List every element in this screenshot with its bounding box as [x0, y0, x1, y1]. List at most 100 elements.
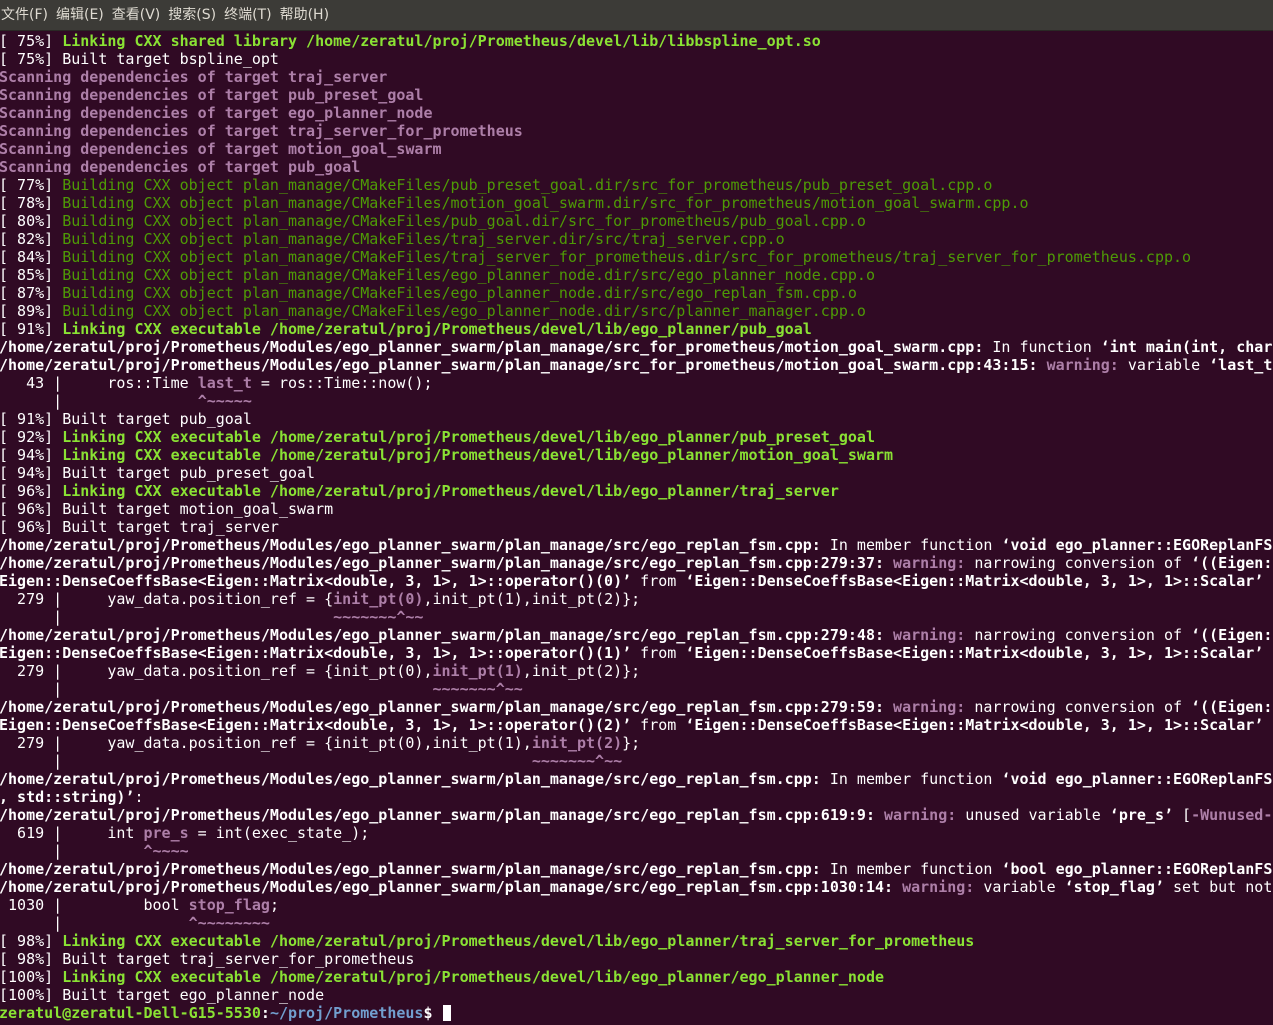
terminal-line: /home/zeratul/proj/Prometheus/Modules/eg… — [0, 356, 1273, 374]
terminal-line: | ~~~~~~~^~~ — [0, 608, 423, 626]
terminal-text: variable — [974, 878, 1065, 896]
terminal-line: | ~~~~~~~^~~ — [0, 752, 622, 770]
terminal-text: | — [0, 914, 189, 932]
terminal-text: Linking CXX executable /home/zeratul/pro… — [62, 482, 839, 500]
terminal-line: /home/zeratul/proj/Prometheus/Modules/eg… — [0, 626, 1273, 644]
terminal-text: [ 78%] — [0, 194, 63, 212]
terminal-text: In function — [983, 338, 1101, 356]
terminal-text: ^~~~~~~~~ — [188, 914, 270, 932]
terminal-line: 279 | yaw_data.position_ref = {init_pt(0… — [0, 662, 640, 680]
menu-edit[interactable]: 编辑(E) — [55, 0, 110, 31]
terminal-text: 1030 | bool — [0, 896, 189, 914]
menu-help[interactable]: 帮助(H) — [279, 0, 335, 31]
menu-view[interactable]: 查看(V) — [111, 0, 167, 31]
terminal-line: | ~~~~~~~^~~ — [0, 680, 523, 698]
prompt-line: zeratul@zeratul-Dell-G15-5530:~/proj/Pro… — [0, 1004, 451, 1022]
terminal-text: Scanning dependencies of target pub_goal — [0, 158, 361, 176]
terminal-line: 43 | ros::Time last_t = ros::Time::now()… — [0, 374, 432, 392]
terminal-text: [ 77%] — [0, 176, 63, 194]
terminal-text: [ 87%] — [0, 284, 63, 302]
terminal-line: [ 77%] Building CXX object plan_manage/C… — [0, 176, 992, 194]
terminal-text: last_t — [197, 374, 252, 392]
terminal-text: ‘int main(int, char**)’ — [1100, 338, 1273, 356]
terminal-text: ‘Eigen::DenseCoeffsBase<Eigen::Matrix<do… — [685, 644, 1264, 662]
terminal-text: init_pt(1) — [432, 662, 523, 680]
terminal-text: Building CXX object plan_manage/CMakeFil… — [62, 176, 993, 194]
terminal-text: , std::string)’ — [0, 788, 135, 806]
terminal-text: Linking CXX executable /home/zeratul/pro… — [62, 320, 812, 338]
terminal-text: Building CXX object plan_manage/CMakeFil… — [62, 248, 1192, 266]
terminal-line: [ 80%] Building CXX object plan_manage/C… — [0, 212, 866, 230]
terminal-text: unused variable — [956, 806, 1110, 824]
terminal-text: ‘((Eigen:: — [1191, 698, 1273, 716]
terminal-text: Eigen::DenseCoeffsBase<Eigen::Matrix<dou… — [0, 572, 632, 590]
terminal-text: ‘Eigen::DenseCoeffsBase<Eigen::Matrix<do… — [685, 716, 1264, 734]
terminal-text: ‘void ego_planner::EGOReplanFSM — [1001, 770, 1273, 788]
terminal-text: narrowing conversion of — [965, 626, 1192, 644]
terminal-line: Scanning dependencies of target motion_g… — [0, 140, 442, 158]
terminal-text: | — [0, 842, 144, 860]
terminal-text: ~~~~~~~^~~ — [432, 680, 523, 698]
terminal-text: Building CXX object plan_manage/CMakeFil… — [62, 212, 866, 230]
terminal-line: /home/zeratul/proj/Prometheus/Modules/eg… — [0, 536, 1273, 554]
terminal-line: Scanning dependencies of target pub_pres… — [0, 86, 423, 104]
terminal-line: [ 89%] Building CXX object plan_manage/C… — [0, 302, 866, 320]
terminal-text: ‘stop_flag’ — [1064, 878, 1164, 896]
terminal-text: narrowing conversion of — [965, 554, 1192, 572]
cursor-block — [442, 1005, 451, 1021]
terminal-line: [ 94%] Built target pub_preset_goal — [0, 464, 315, 482]
terminal-line: /home/zeratul/proj/Prometheus/Modules/eg… — [0, 698, 1273, 716]
terminal-text: Building CXX object plan_manage/CMakeFil… — [62, 284, 857, 302]
terminal-text: ; — [269, 896, 279, 914]
terminal-line: /home/zeratul/proj/Prometheus/Modules/eg… — [0, 554, 1273, 572]
terminal-text: /home/zeratul/proj/Prometheus/Modules/eg… — [0, 338, 984, 356]
terminal-text: ‘void ego_planner::EGOReplanFSM — [1001, 536, 1273, 554]
terminal-text: = int(exec_state_); — [188, 824, 370, 842]
terminal-text: /home/zeratul/proj/Prometheus/Modules/eg… — [0, 536, 821, 554]
terminal-text: [ 98%] Built target traj_server_for_prom… — [0, 950, 415, 968]
terminal-text: : — [260, 1004, 270, 1022]
terminal-text: Scanning dependencies of target pub_pres… — [0, 86, 424, 104]
terminal-line: [ 91%] Built target pub_goal — [0, 410, 252, 428]
terminal-text: init_pt(0) — [333, 590, 424, 608]
menu-bar: 文件(F) 编辑(E) 查看(V) 搜索(S) 终端(T) 帮助(H) — [0, 0, 1273, 31]
terminal-text: [100%] Built target ego_planner_node — [0, 986, 325, 1004]
terminal-text: /home/zeratul/proj/Prometheus/Modules/eg… — [0, 878, 894, 896]
terminal-text: /home/zeratul/proj/Prometheus/Modules/eg… — [0, 626, 885, 644]
terminal-text: Building CXX object plan_manage/CMakeFil… — [62, 266, 875, 284]
terminal-text: Eigen::DenseCoeffsBase<Eigen::Matrix<dou… — [0, 644, 632, 662]
terminal-line: [ 85%] Building CXX object plan_manage/C… — [0, 266, 875, 284]
terminal-text: /home/zeratul/proj/Prometheus/Modules/eg… — [0, 770, 821, 788]
terminal-line: Eigen::DenseCoeffsBase<Eigen::Matrix<dou… — [0, 716, 1263, 734]
menu-file[interactable]: 文件(F) — [0, 0, 54, 31]
terminal-text: 279 | yaw_data.position_ref = {init_pt(0… — [0, 734, 532, 752]
terminal-line: [ 91%] Linking CXX executable /home/zera… — [0, 320, 812, 338]
terminal-text: 619 | int — [0, 824, 144, 842]
terminal-text: variable — [1118, 356, 1210, 374]
terminal-text: [ 91%] — [0, 320, 63, 338]
terminal-text: [ 85%] — [0, 266, 63, 284]
terminal-text: : — [134, 788, 144, 806]
terminal-text: /home/zeratul/proj/Prometheus/Modules/eg… — [0, 860, 821, 878]
terminal-text: [ 75%] Built target bspline_opt — [0, 50, 279, 68]
terminal-line: Eigen::DenseCoeffsBase<Eigen::Matrix<dou… — [0, 644, 1263, 662]
terminal-text: Scanning dependencies of target motion_g… — [0, 140, 442, 158]
terminal-text: [ 92%] — [0, 428, 63, 446]
terminal-text: | — [0, 608, 334, 626]
menu-terminal[interactable]: 终端(T) — [223, 0, 277, 31]
menu-search[interactable]: 搜索(S) — [167, 0, 222, 31]
terminal-text: [ 89%] — [0, 302, 63, 320]
terminal-text: from — [631, 716, 686, 734]
terminal-output[interactable]: [ 75%] Linking CXX shared library /home/… — [0, 32, 1273, 1025]
terminal-text: Linking CXX executable /home/zeratul/pro… — [62, 446, 894, 464]
terminal-text: 43 | ros::Time — [0, 374, 198, 392]
terminal-text: ^~~~~ — [143, 842, 189, 860]
terminal-line: | ^~~~~~ — [0, 392, 252, 410]
terminal-line: | ^~~~~ — [0, 842, 189, 860]
terminal-line: [ 98%] Linking CXX executable /home/zera… — [0, 932, 974, 950]
terminal-text: from — [631, 644, 686, 662]
terminal-line: Scanning dependencies of target ego_plan… — [0, 104, 432, 122]
terminal-text: 279 | yaw_data.position_ref = { — [0, 590, 334, 608]
terminal-line: 279 | yaw_data.position_ref = {init_pt(0… — [0, 734, 640, 752]
terminal-text: from — [631, 572, 686, 590]
